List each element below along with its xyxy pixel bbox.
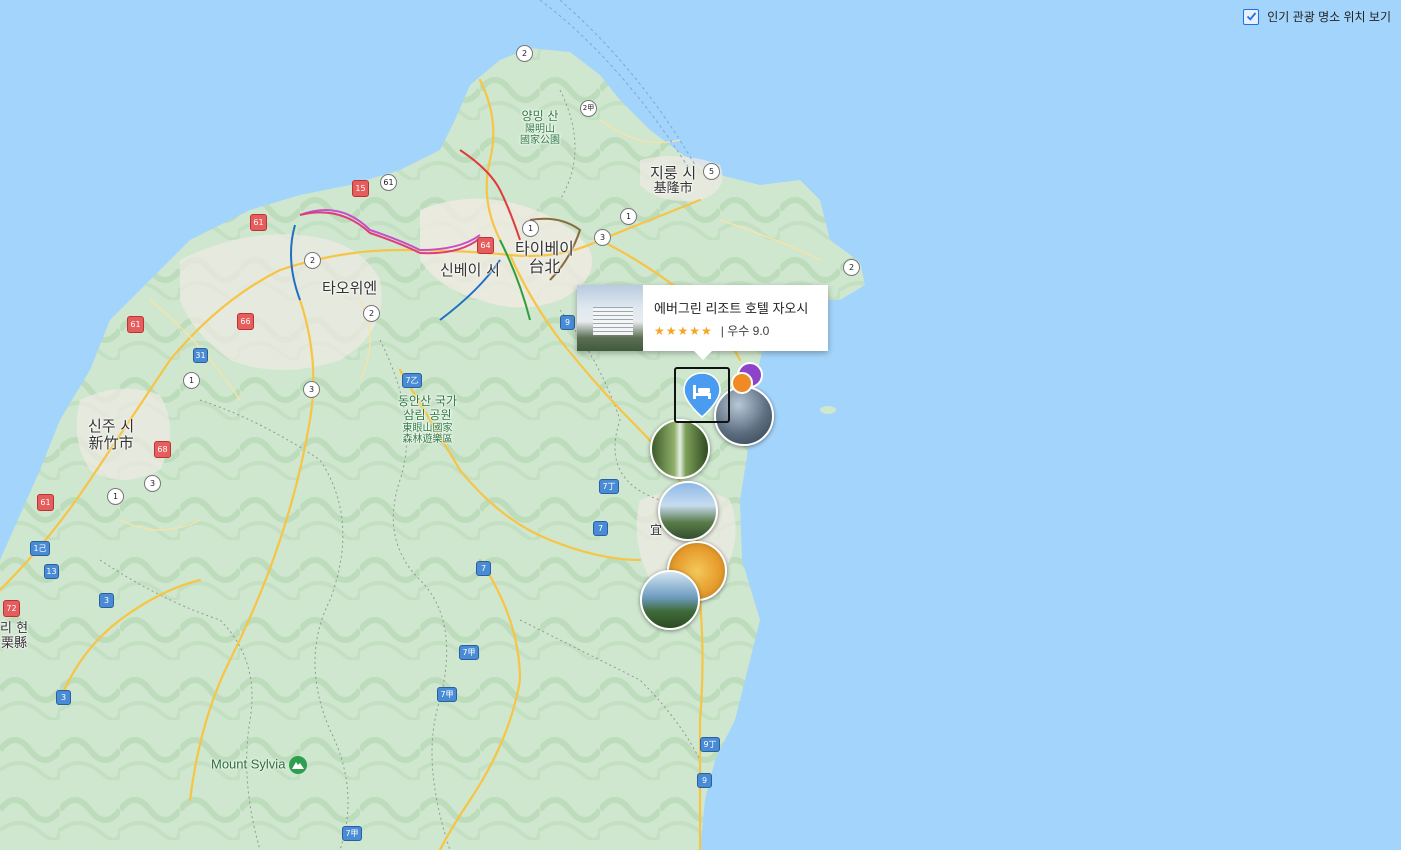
show-attractions-toggle[interactable]: 인기 관광 명소 위치 보기 bbox=[1243, 8, 1391, 25]
road-shield: 31 bbox=[193, 348, 208, 363]
rating-text: | 우수 9.0 bbox=[720, 324, 770, 338]
hotel-thumbnail[interactable] bbox=[577, 285, 643, 351]
checkbox-checked-icon[interactable] bbox=[1243, 8, 1260, 25]
attraction-photo-marker[interactable] bbox=[650, 419, 710, 479]
attraction-photo-marker[interactable] bbox=[658, 481, 718, 541]
road-shield: 61 bbox=[380, 174, 397, 191]
poi-marker[interactable] bbox=[731, 372, 753, 394]
road-shield: 64 bbox=[477, 237, 494, 254]
road-shield: 7甲 bbox=[459, 645, 479, 660]
toggle-label: 인기 관광 명소 위치 보기 bbox=[1267, 10, 1391, 24]
road-shield: 5 bbox=[703, 163, 720, 180]
road-shield: 1 bbox=[522, 220, 539, 237]
label-taipei: 타이베이 台北 bbox=[515, 239, 574, 277]
road-shield: 68 bbox=[154, 441, 171, 458]
road-shield: 1己 bbox=[30, 541, 50, 556]
road-shield: 61 bbox=[127, 316, 144, 333]
label-yilan: 宜 bbox=[650, 523, 663, 537]
road-shield: 3 bbox=[144, 475, 161, 492]
label-yangmingshan: 양밍 산 陽明山 國家公園 bbox=[520, 109, 560, 147]
road-shield: 3 bbox=[594, 229, 611, 246]
road-shield: 2 bbox=[843, 259, 860, 276]
road-shield: 7 bbox=[593, 521, 608, 536]
label-miaoli: 리 현 栗縣 bbox=[0, 621, 29, 651]
road-shield: 7乙 bbox=[402, 373, 422, 388]
road-shield: 9 bbox=[697, 773, 712, 788]
road-shield: 7丁 bbox=[599, 479, 619, 494]
turtle-island bbox=[820, 406, 836, 414]
road-shield: 66 bbox=[237, 313, 254, 330]
selected-hotel-marker[interactable] bbox=[674, 367, 730, 423]
road-shield: 3 bbox=[99, 593, 114, 608]
hotel-name: 에버그린 리조트 호텔 자오시 bbox=[654, 301, 809, 316]
label-keelung: 지룽 시 基隆市 bbox=[650, 164, 697, 197]
mountain-peak-icon bbox=[289, 756, 308, 774]
road-shield: 61 bbox=[250, 214, 267, 231]
road-shield: 2 bbox=[363, 305, 380, 322]
road-shield: 7 bbox=[476, 561, 491, 576]
label-taoyuan: 타오위엔 bbox=[322, 279, 378, 297]
label-hsinchu: 신주 시 新竹市 bbox=[88, 417, 135, 453]
road-shield: 2甲 bbox=[580, 100, 597, 117]
label-new-taipei: 신베이 시 bbox=[440, 261, 500, 279]
road-shield: 3 bbox=[303, 381, 320, 398]
road-shield: 1 bbox=[620, 208, 637, 225]
attraction-photo-marker[interactable] bbox=[640, 570, 700, 630]
label-dongyanshan: 동안산 국가 삼림 공원 東眼山國家 森林遊樂區 bbox=[398, 394, 458, 446]
road-shield: 13 bbox=[44, 564, 59, 579]
star-rating: ★★★★★ bbox=[654, 323, 713, 338]
road-shield: 9 bbox=[560, 315, 575, 330]
road-shield: 7甲 bbox=[437, 687, 457, 702]
road-shield: 72 bbox=[3, 600, 20, 617]
road-shield: 15 bbox=[352, 180, 369, 197]
road-shield: 2 bbox=[304, 252, 321, 269]
road-shield: 61 bbox=[37, 494, 54, 511]
road-shield: 1 bbox=[107, 488, 124, 505]
road-shield: 7甲 bbox=[342, 826, 362, 841]
road-shield: 2 bbox=[516, 45, 533, 62]
label-mount-sylvia[interactable]: Mount Sylvia bbox=[211, 756, 308, 774]
card-pointer bbox=[693, 350, 713, 360]
hotel-bed-icon bbox=[683, 372, 721, 418]
road-shield: 9丁 bbox=[700, 737, 720, 752]
road-shield: 1 bbox=[183, 372, 200, 389]
hotel-info-card[interactable]: 에버그린 리조트 호텔 자오시 ★★★★★ | 우수 9.0 bbox=[577, 285, 828, 351]
road-shield: 3 bbox=[56, 690, 71, 705]
map-canvas[interactable] bbox=[0, 0, 1401, 850]
